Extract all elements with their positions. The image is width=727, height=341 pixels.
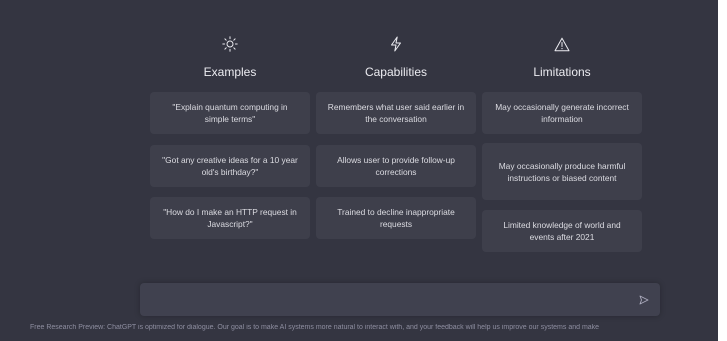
limitation-card: May occasionally generate incorrect info…: [482, 92, 642, 134]
example-prompt-card[interactable]: "Got any creative ideas for a 10 year ol…: [150, 145, 310, 187]
warning-icon: [552, 34, 572, 54]
column-title: Capabilities: [364, 65, 428, 79]
capability-card: Remembers what user said earlier in the …: [316, 92, 476, 134]
example-prompt-card[interactable]: "How do I make an HTTP request in Javasc…: [150, 197, 310, 239]
capability-card: Trained to decline inappropriate request…: [316, 197, 476, 239]
sun-icon: [220, 34, 240, 54]
example-prompt-card[interactable]: "Explain quantum computing in simple ter…: [150, 92, 310, 134]
lightning-icon: [386, 34, 406, 54]
column-title: Examples: [203, 65, 257, 79]
limitation-card: May occasionally produce harmful instruc…: [482, 143, 642, 200]
column-title: Limitations: [533, 65, 591, 79]
footer-disclaimer: Free Research Preview: ChatGPT is optimi…: [30, 324, 600, 331]
message-input[interactable]: [140, 283, 660, 316]
capability-card: Allows user to provide follow-up correct…: [316, 145, 476, 187]
limitation-card: Limited knowledge of world and events af…: [482, 210, 642, 252]
send-icon[interactable]: [637, 293, 650, 306]
chat-app: Examples "Explain quantum computing in s…: [0, 0, 718, 341]
